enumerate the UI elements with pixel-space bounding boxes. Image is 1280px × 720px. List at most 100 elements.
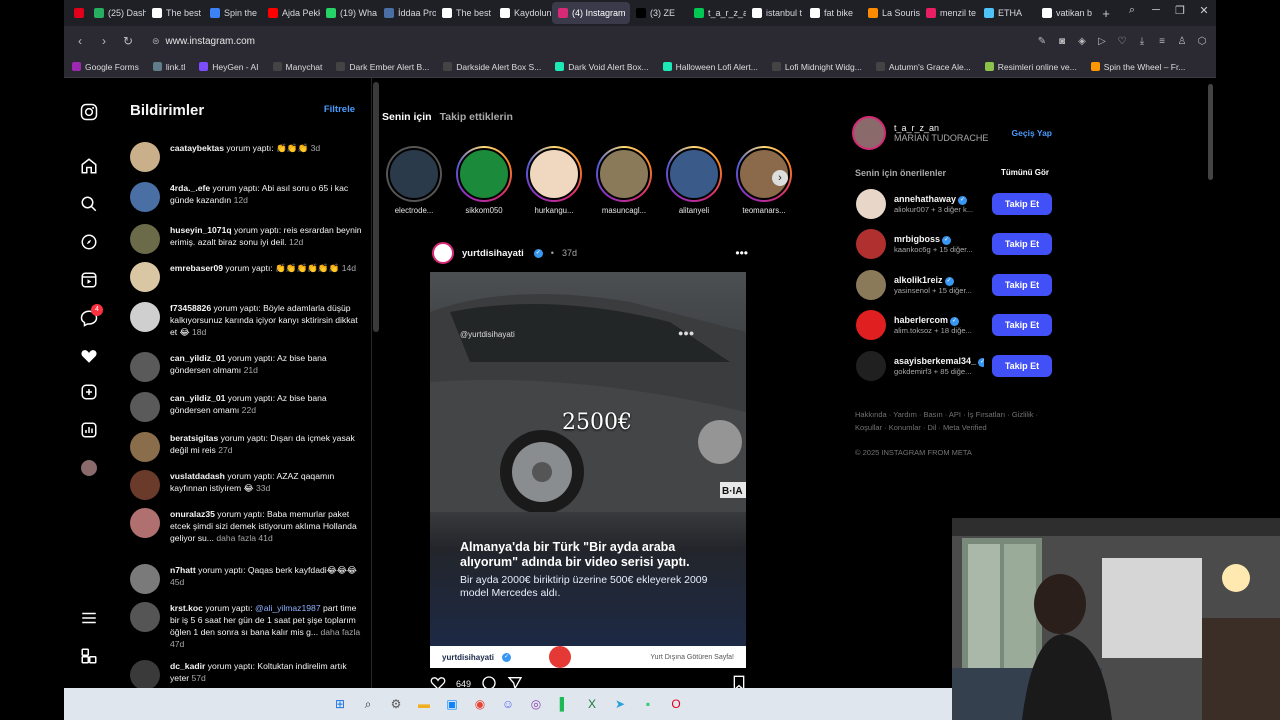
notification-avatar[interactable] (130, 182, 160, 212)
post-image[interactable]: @yurtdisihayati ●●● 2500€ B·IA Almanya'd… (430, 272, 746, 668)
post-author-avatar[interactable] (432, 242, 454, 264)
notification-user[interactable]: dc_kadir (170, 661, 205, 671)
more-menu-icon[interactable] (79, 608, 99, 628)
browser-tab[interactable]: Ajda Pekk (262, 2, 320, 24)
notes-icon[interactable]: ▌ (553, 693, 575, 715)
like-icon[interactable] (430, 675, 446, 688)
profile-icon[interactable]: ♙ (1172, 36, 1192, 47)
show-more-link[interactable]: daha fazla (320, 627, 360, 637)
terminal-icon[interactable]: ▪ (637, 693, 659, 715)
notification-item[interactable]: can_yildiz_01 yorum yaptı: Az bise bana … (130, 392, 366, 422)
back-icon[interactable]: ‹ (68, 34, 92, 48)
photos-icon[interactable]: ▣ (441, 693, 463, 715)
see-all-link[interactable]: Tümünü Gör (1001, 168, 1049, 178)
bookmark-item[interactable]: Darkside Alert Box S... (443, 62, 541, 72)
notification-avatar[interactable] (130, 302, 160, 332)
heart-icon[interactable]: ♡ (1112, 36, 1132, 47)
browser-tab[interactable]: ETHA (978, 2, 1036, 24)
notification-avatar[interactable] (130, 142, 160, 172)
notification-avatar[interactable] (130, 392, 160, 422)
browser-tab[interactable]: The best (436, 2, 494, 24)
notification-item[interactable]: f73458826 yorum yaptı: Böyle adamlarla d… (130, 302, 366, 338)
stories-next-icon[interactable]: › (772, 170, 788, 186)
notification-item[interactable]: dc_kadir yorum yaptı: Koltuktan indireli… (130, 660, 366, 688)
close-window-icon[interactable]: ✕ (1192, 4, 1216, 17)
notification-user[interactable]: onuralaz35 (170, 509, 215, 519)
browser-tab[interactable]: t_a_r_z_an (688, 2, 746, 24)
browser-tab[interactable]: fat bike (804, 2, 862, 24)
follow-button[interactable]: Takip Et (992, 193, 1052, 215)
notification-avatar[interactable] (130, 470, 160, 500)
notification-item[interactable]: caataybektas yorum yaptı: 👏👏👏 3d (130, 142, 366, 172)
page-scrollbar[interactable] (1208, 84, 1213, 180)
bookmark-item[interactable]: Autumn's Grace Ale... (875, 62, 971, 72)
dashboard-icon[interactable] (79, 420, 99, 440)
story-item[interactable]: alitanyeli (664, 146, 724, 215)
chrome-icon[interactable]: ◉ (469, 693, 491, 715)
explore-icon[interactable] (79, 232, 99, 252)
also-from-meta-icon[interactable] (79, 646, 99, 666)
profile-avatar[interactable] (79, 458, 99, 478)
menu-icon[interactable]: ≡ (1152, 36, 1172, 47)
browser-tab[interactable]: The best (146, 2, 204, 24)
post-author[interactable]: yurtdisihayati (462, 248, 524, 259)
browser-tab[interactable]: La Souris (862, 2, 920, 24)
follow-button[interactable]: Takip Et (992, 274, 1052, 296)
forward-icon[interactable]: › (92, 34, 116, 48)
current-user-avatar[interactable] (852, 116, 886, 150)
search-icon[interactable] (79, 194, 99, 214)
suggestion-username[interactable]: mrbigboss (894, 234, 940, 244)
bookmark-item[interactable]: Google Forms (72, 62, 139, 72)
bookmark-item[interactable]: Lofi Midnight Widg... (771, 62, 862, 72)
notification-avatar[interactable] (130, 432, 160, 462)
comment-icon[interactable] (481, 675, 497, 688)
notification-user[interactable]: can_yildiz_01 (170, 393, 225, 403)
notification-avatar[interactable] (130, 602, 160, 632)
switch-account-link[interactable]: Geçiş Yap (1012, 128, 1052, 138)
notification-user[interactable]: emrebaser09 (170, 263, 223, 273)
show-more-link[interactable]: daha fazla (216, 533, 256, 543)
notifications-scrollbar[interactable] (373, 82, 379, 332)
notification-item[interactable]: huseyin_1071q yorum yaptı: reis esrardan… (130, 224, 366, 254)
notification-user[interactable]: can_yildiz_01 (170, 353, 225, 363)
suggestion-avatar[interactable] (856, 351, 886, 381)
site-info-icon[interactable]: ⊜ (152, 36, 160, 47)
new-tab-icon[interactable]: + (1094, 6, 1118, 21)
bookmark-item[interactable]: Spin the Wheel – Fr... (1090, 62, 1185, 72)
post-options-icon[interactable]: ••• (735, 246, 748, 260)
settings-icon[interactable]: ⚙ (385, 693, 407, 715)
bookmark-item[interactable]: HeyGen - AI (199, 62, 259, 72)
notification-avatar[interactable] (130, 564, 160, 594)
search-tabs-icon[interactable]: ⌕ (1120, 4, 1144, 17)
story-item[interactable]: electrode... (384, 146, 444, 215)
follow-button[interactable]: Takip Et (992, 355, 1052, 377)
browser-tab[interactable]: İddaa Pro (378, 2, 436, 24)
browser-tab[interactable]: Kaydolun (494, 2, 552, 24)
notification-user[interactable]: beratsigitas (170, 433, 218, 443)
opera-icon[interactable]: O (665, 693, 687, 715)
current-username[interactable]: t_a_r_z_an (894, 123, 1004, 133)
notification-item[interactable]: emrebaser09 yorum yaptı: 👏👏👏👏👏👏 14d (130, 262, 366, 292)
browser-tab[interactable]: menzil te (920, 2, 978, 24)
bookmark-item[interactable]: Resimleri online ve... (984, 62, 1077, 72)
notification-user[interactable]: caataybektas (170, 143, 224, 153)
telegram-icon[interactable]: ➤ (609, 693, 631, 715)
suggestion-avatar[interactable] (856, 270, 886, 300)
notification-avatar[interactable] (130, 224, 160, 254)
notification-user[interactable]: f73458826 (170, 303, 211, 313)
notification-avatar[interactable] (130, 262, 160, 292)
excel-icon[interactable]: X (581, 693, 603, 715)
story-item[interactable]: masuncagl... (594, 146, 654, 215)
browser-tab[interactable]: Spin the (204, 2, 262, 24)
suggestion-avatar[interactable] (856, 229, 886, 259)
extension-icon[interactable]: ⬡ (1192, 36, 1212, 47)
bookmark-item[interactable]: Dark Ember Alert B... (336, 62, 429, 72)
suggestion-username[interactable]: haberlercom (894, 315, 948, 325)
download-icon[interactable]: ⤓ (1132, 36, 1152, 47)
bookmark-item[interactable]: Halloween Lofi Alert... (662, 62, 758, 72)
bookmark-item[interactable]: Manychat (272, 62, 322, 72)
browser-tab[interactable]: istanbul t (746, 2, 804, 24)
notification-item[interactable]: krst.koc yorum yaptı: @ali_yilmaz1987 pa… (130, 602, 366, 650)
browser-tab[interactable]: (4) Instagram (552, 2, 630, 24)
filter-button[interactable]: Filtrele (324, 104, 355, 115)
